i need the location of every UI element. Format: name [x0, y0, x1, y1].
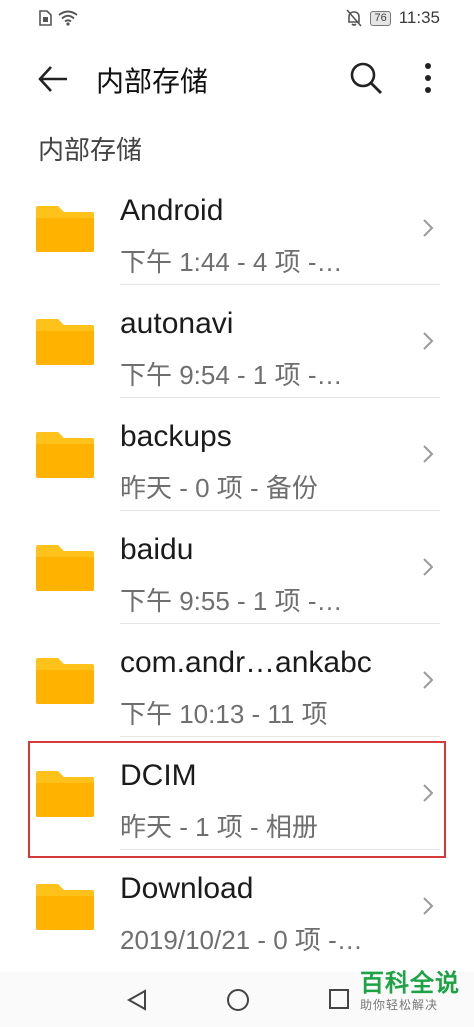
sim-icon [39, 10, 52, 26]
folder-name: backups [120, 420, 232, 453]
folder-meta: 下午 10:13 - 11 项 [120, 699, 328, 729]
top-app-bar: 内部存储 [0, 44, 474, 114]
list-item-com-android[interactable]: com.andr…ankabc 下午 10:13 - 11 项 [0, 624, 474, 737]
page-title: 内部存储 [96, 66, 209, 97]
folder-meta: 下午 1:44 - 4 项 -… [120, 247, 343, 277]
folder-name: baidu [120, 533, 194, 566]
folder-icon [36, 206, 94, 252]
nav-back-icon[interactable] [125, 988, 149, 1012]
watermark-subtitle: 助你轻松解决 [360, 998, 439, 1012]
folder-icon [36, 545, 94, 591]
chevron-right-icon [423, 445, 434, 463]
folder-meta: 下午 9:55 - 1 项 -… [120, 586, 343, 616]
arrow-left-icon [38, 66, 67, 92]
status-time: 11:35 [398, 8, 440, 27]
status-bar: 76 11:35 [0, 0, 474, 36]
bell-off-icon [346, 9, 363, 27]
chevron-right-icon [423, 558, 434, 576]
folder-meta: 下午 9:54 - 1 项 -… [120, 360, 343, 390]
list-item-android[interactable]: Android 下午 1:44 - 4 项 -… [0, 172, 474, 285]
nav-recent-icon[interactable] [328, 988, 350, 1010]
chevron-right-icon [423, 897, 434, 915]
chevron-right-icon [423, 332, 434, 350]
list-item-dcim[interactable]: DCIM 昨天 - 1 项 - 相册 [0, 737, 474, 858]
search-button[interactable] [348, 60, 384, 96]
status-right: 76 11:35 [346, 8, 440, 28]
more-options-button[interactable] [418, 60, 438, 96]
chevron-right-icon [423, 219, 434, 237]
watermark-title: 百科全说 [360, 970, 460, 997]
folder-name: autonavi [120, 307, 234, 340]
folder-name: Android [120, 194, 224, 227]
back-button[interactable] [36, 62, 70, 96]
list-item-backups[interactable]: backups 昨天 - 0 项 - 备份 [0, 398, 474, 511]
folder-icon [36, 432, 94, 478]
battery-indicator: 76 [370, 10, 391, 26]
chevron-right-icon [423, 784, 434, 802]
file-list: Android 下午 1:44 - 4 项 -… autonavi 下午 9:5… [0, 172, 474, 963]
folder-name: com.andr…ankabc [120, 646, 372, 679]
nav-home-icon[interactable] [226, 988, 250, 1012]
folder-meta: 昨天 - 1 项 - 相册 [120, 812, 318, 842]
folder-icon [36, 884, 94, 930]
folder-name: DCIM [120, 759, 197, 792]
list-item-autonavi[interactable]: autonavi 下午 9:54 - 1 项 -… [0, 285, 474, 398]
folder-icon [36, 771, 94, 817]
status-left [38, 10, 78, 26]
folder-meta: 昨天 - 0 项 - 备份 [120, 473, 318, 503]
folder-meta: 2019/10/21 - 0 项 -… [120, 925, 363, 955]
breadcrumb[interactable]: 内部存储 [38, 130, 142, 167]
folder-icon [36, 319, 94, 365]
wifi-icon [58, 10, 78, 26]
watermark: 百科全说 助你轻松解决 [360, 970, 470, 1012]
search-icon [350, 62, 382, 94]
folder-icon [36, 658, 94, 704]
more-vert-icon [425, 63, 431, 93]
chevron-right-icon [423, 671, 434, 689]
folder-name: Download [120, 872, 254, 905]
list-item-download[interactable]: Download 2019/10/21 - 0 项 -… [0, 850, 474, 963]
list-item-baidu[interactable]: baidu 下午 9:55 - 1 项 -… [0, 511, 474, 624]
